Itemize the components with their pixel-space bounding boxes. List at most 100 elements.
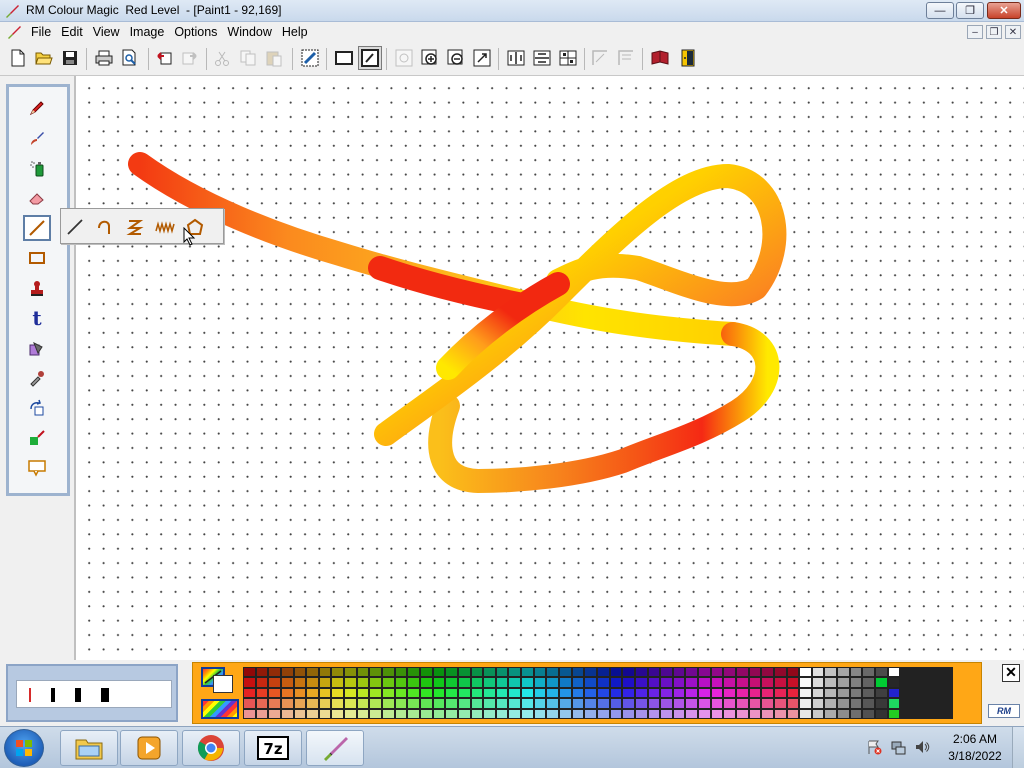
colour-swatch[interactable] — [369, 687, 383, 699]
document-close-button[interactable]: ✕ — [1005, 25, 1021, 39]
colour-swatch[interactable] — [521, 687, 534, 699]
colour-swatch[interactable] — [508, 698, 522, 709]
colour-swatch[interactable] — [369, 708, 383, 719]
colour-swatch[interactable] — [622, 698, 635, 709]
colour-swatch[interactable] — [432, 687, 446, 699]
colour-swatch[interactable] — [748, 708, 762, 719]
colour-swatch[interactable] — [407, 667, 420, 678]
colour-swatch[interactable] — [837, 708, 850, 719]
colour-swatch[interactable] — [470, 698, 484, 709]
colour-swatch[interactable] — [685, 677, 699, 688]
colour-swatch[interactable] — [799, 677, 812, 688]
colour-swatch[interactable] — [698, 687, 711, 699]
colour-swatch[interactable] — [331, 667, 345, 678]
colour-swatch[interactable] — [546, 687, 560, 699]
colour-swatch[interactable] — [723, 687, 736, 699]
colour-swatch[interactable] — [837, 698, 850, 709]
flip-vertical-button[interactable] — [532, 48, 552, 68]
help-book-button[interactable] — [650, 48, 670, 68]
colour-swatch[interactable] — [660, 687, 673, 699]
colour-swatch[interactable] — [243, 677, 256, 688]
colour-swatch[interactable] — [609, 687, 623, 699]
colour-swatch[interactable] — [761, 708, 774, 719]
colour-swatch[interactable] — [685, 708, 699, 719]
colour-swatch[interactable] — [306, 698, 319, 709]
colour-swatch[interactable] — [723, 698, 736, 709]
stamp-tool[interactable] — [23, 275, 51, 301]
eraser-tool[interactable] — [23, 185, 51, 211]
menu-edit[interactable]: Edit — [60, 24, 89, 39]
exit-button[interactable] — [678, 48, 698, 68]
colour-swatch[interactable] — [533, 677, 547, 688]
colour-swatch[interactable] — [723, 677, 736, 688]
colour-swatch[interactable] — [799, 708, 812, 719]
volume-icon[interactable] — [914, 739, 930, 755]
colour-swatch[interactable] — [672, 687, 686, 699]
colour-swatch[interactable] — [571, 687, 585, 699]
colour-swatch[interactable] — [495, 708, 509, 719]
colour-swatch[interactable] — [698, 698, 711, 709]
colour-swatch[interactable] — [483, 677, 496, 688]
colour-swatch[interactable] — [672, 708, 686, 719]
colour-swatch[interactable] — [255, 698, 269, 709]
colour-swatch[interactable] — [773, 698, 787, 709]
colour-swatch[interactable] — [799, 687, 812, 699]
colour-replace-tool[interactable] — [23, 425, 51, 451]
colour-swatch[interactable] — [811, 698, 825, 709]
skew-button[interactable] — [616, 48, 636, 68]
taskbar-colour-magic[interactable] — [306, 730, 364, 766]
colour-swatch[interactable] — [559, 677, 572, 688]
colour-swatch[interactable] — [495, 698, 509, 709]
colour-swatch[interactable] — [862, 698, 876, 709]
colour-swatch[interactable] — [634, 687, 648, 699]
colour-swatch[interactable] — [268, 687, 281, 699]
colour-swatch[interactable] — [647, 677, 661, 688]
colour-swatch[interactable] — [849, 667, 863, 678]
brush-tool[interactable] — [23, 125, 51, 151]
colour-swatch[interactable] — [268, 708, 281, 719]
colour-swatch[interactable] — [356, 677, 370, 688]
colour-swatch[interactable] — [748, 687, 762, 699]
colour-swatch[interactable] — [457, 677, 471, 688]
colour-swatch[interactable] — [445, 667, 458, 678]
colour-swatch[interactable] — [344, 708, 357, 719]
grid-button[interactable] — [558, 48, 578, 68]
taskbar-media-player[interactable] — [120, 730, 178, 766]
close-button[interactable]: ✕ — [987, 2, 1021, 19]
colour-swatch[interactable] — [837, 677, 850, 688]
colour-swatch[interactable] — [647, 708, 661, 719]
colour-swatch[interactable] — [761, 687, 774, 699]
colour-swatch[interactable] — [849, 698, 863, 709]
colour-swatch[interactable] — [824, 667, 838, 678]
zigzag-option[interactable] — [123, 215, 147, 239]
colour-swatch[interactable] — [571, 708, 585, 719]
colour-swatch[interactable] — [255, 687, 269, 699]
colour-swatch[interactable] — [887, 667, 901, 678]
colour-swatch[interactable] — [280, 687, 294, 699]
drawing-canvas[interactable] — [78, 76, 1024, 660]
curve-option[interactable] — [93, 215, 117, 239]
colour-swatch[interactable] — [495, 677, 509, 688]
colour-swatch[interactable] — [318, 687, 332, 699]
colour-swatch[interactable] — [344, 667, 357, 678]
colour-swatch[interactable] — [483, 687, 496, 699]
colour-swatch[interactable] — [773, 708, 787, 719]
colour-swatch[interactable] — [837, 667, 850, 678]
colour-swatch[interactable] — [293, 667, 307, 678]
colour-swatch[interactable] — [634, 667, 648, 678]
colour-swatch[interactable] — [495, 667, 509, 678]
colour-swatch[interactable] — [710, 677, 724, 688]
colour-swatch[interactable] — [660, 677, 673, 688]
action-center-flag-icon[interactable] — [866, 739, 882, 755]
taskbar-7zip[interactable]: 7z — [244, 730, 302, 766]
palette-close-button[interactable]: ✕ — [1002, 664, 1020, 682]
colour-swatch[interactable] — [596, 687, 610, 699]
transparent-paste-button[interactable] — [358, 46, 382, 70]
colour-swatch[interactable] — [571, 667, 585, 678]
colour-swatch[interactable] — [862, 708, 876, 719]
colour-swatch[interactable] — [773, 677, 787, 688]
colour-swatch[interactable] — [331, 708, 345, 719]
stretch-button[interactable] — [590, 48, 610, 68]
menu-image[interactable]: Image — [129, 24, 171, 39]
colour-swatch[interactable] — [306, 677, 319, 688]
